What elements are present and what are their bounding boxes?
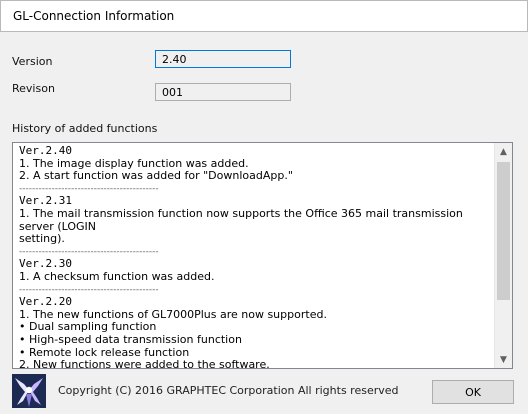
history-line: ----------------------------------------… xyxy=(19,246,159,257)
graphtec-logo-icon xyxy=(12,374,46,408)
scroll-thumb[interactable] xyxy=(497,162,510,300)
history-scrollbar[interactable]: ▲ ▼ xyxy=(494,143,512,368)
history-line: ----------------------------------------… xyxy=(19,284,159,295)
history-textbox[interactable]: Ver.2.40 1. The image display function wa… xyxy=(12,142,513,369)
history-line: setting). xyxy=(19,232,65,246)
history-line: Ver.2.20 xyxy=(19,295,72,309)
version-label: Version xyxy=(12,55,53,68)
ok-button[interactable]: OK xyxy=(432,380,514,404)
history-text: Ver.2.40 1. The image display function wa… xyxy=(19,144,497,369)
chevron-up-icon[interactable]: ▲ xyxy=(495,143,512,160)
history-line: Ver.2.40 xyxy=(19,144,72,157)
revision-field[interactable]: 001 xyxy=(155,83,291,101)
copyright-text: Copyright (C) 2016 GRAPHTEC Corporation … xyxy=(58,384,399,397)
window-title: GL-Connection Information xyxy=(13,9,175,23)
title-bar: GL-Connection Information xyxy=(0,0,528,32)
chevron-down-icon[interactable]: ▼ xyxy=(495,351,512,368)
version-field[interactable]: 2.40 xyxy=(155,50,291,68)
history-label: History of added functions xyxy=(12,122,158,135)
history-line: 1. A checksum function was added. xyxy=(19,269,215,283)
revision-label: Revison xyxy=(12,82,55,95)
history-line: • High-speed data transmission function xyxy=(19,332,242,346)
history-line: 2. A start function was added for "Downl… xyxy=(19,169,293,183)
history-line: 2. New functions were added to the softw… xyxy=(19,358,270,369)
history-line: ----------------------------------------… xyxy=(19,183,159,194)
history-line: 1. The mail transmission function now su… xyxy=(19,206,467,233)
